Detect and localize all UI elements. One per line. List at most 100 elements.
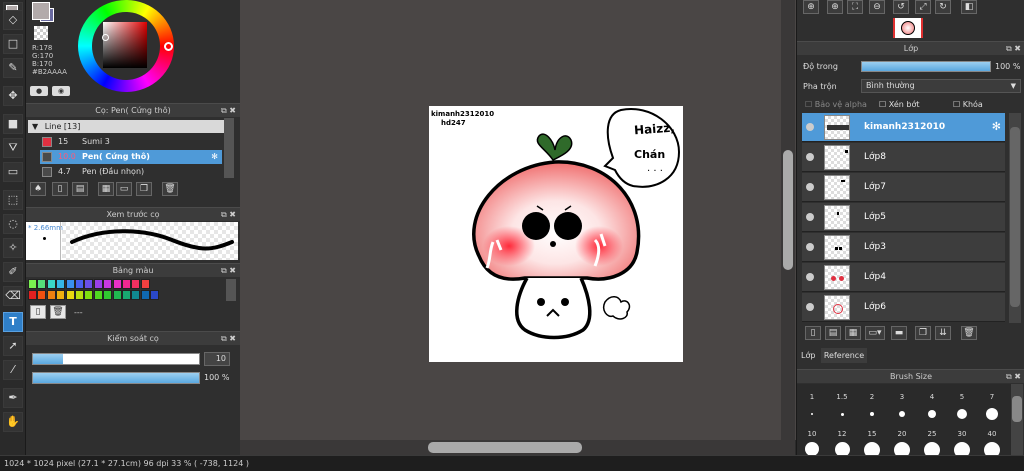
palette-swatch[interactable] bbox=[37, 279, 47, 289]
layer-list-scrollbar[interactable] bbox=[1009, 113, 1021, 323]
tab-layer[interactable]: Lớp bbox=[801, 349, 821, 363]
new-layer-1bit-icon[interactable]: ▦ bbox=[845, 326, 861, 340]
brush-group-header[interactable]: ▼ Line [13] bbox=[28, 120, 232, 133]
layer-row[interactable]: kimanh2312010 ✻ bbox=[802, 113, 1005, 142]
canvas-horizontal-thumb[interactable] bbox=[428, 442, 582, 453]
palette-swatch[interactable] bbox=[46, 279, 56, 289]
hue-wheel[interactable] bbox=[78, 0, 174, 92]
eye-icon[interactable] bbox=[806, 243, 814, 251]
drawing-canvas[interactable]: kimanh2312010 hd247 Haizz, Chán · · · bbox=[429, 106, 683, 362]
delete-layer-icon[interactable]: 🗑 bbox=[961, 326, 977, 340]
sv-cursor[interactable] bbox=[102, 34, 109, 41]
palette-swatch[interactable] bbox=[75, 279, 84, 289]
eyedropper-icon[interactable]: ✒ bbox=[3, 388, 23, 408]
rotate-right-icon[interactable]: ↻ bbox=[935, 0, 951, 14]
palette-swatch[interactable] bbox=[84, 279, 94, 289]
import-brush-icon[interactable]: ▦ bbox=[98, 182, 114, 196]
transparent-color-swatch[interactable] bbox=[34, 26, 48, 40]
palette-scrollbar[interactable] bbox=[226, 279, 236, 301]
canvas-vertical-thumb[interactable] bbox=[783, 150, 793, 270]
gear-icon[interactable]: ✻ bbox=[992, 120, 1001, 133]
eye-icon[interactable] bbox=[806, 303, 814, 311]
brush-size-cell[interactable]: 2 bbox=[858, 384, 886, 424]
flip-icon[interactable]: ◧ bbox=[961, 0, 977, 14]
palette-swatch[interactable] bbox=[103, 279, 113, 289]
layer-row[interactable]: Lớp4 bbox=[802, 263, 1005, 292]
new-layer-8bit-icon[interactable]: ▤ bbox=[825, 326, 841, 340]
select-rect-icon[interactable]: ⬚ bbox=[3, 190, 23, 210]
hue-cursor[interactable] bbox=[164, 42, 173, 51]
layer-row[interactable]: Lớp5 bbox=[802, 203, 1005, 232]
palette-swatch[interactable] bbox=[140, 290, 150, 300]
palette-trash-icon[interactable]: 🗑 bbox=[50, 305, 66, 319]
trash-icon[interactable]: 🗑 bbox=[162, 182, 178, 196]
panel-close-icon[interactable]: ⧉ ✖ bbox=[1006, 42, 1021, 55]
eye-icon[interactable] bbox=[806, 213, 814, 221]
lasso-icon[interactable]: ◌ bbox=[3, 214, 23, 234]
select-eraser-icon[interactable]: ⌫ bbox=[3, 286, 23, 306]
eye-icon[interactable] bbox=[806, 123, 814, 131]
brush-tool-icon[interactable]: ♠ bbox=[30, 182, 46, 196]
palette-swatch[interactable] bbox=[75, 290, 84, 300]
palette-swatch[interactable] bbox=[65, 290, 75, 300]
layer-row[interactable]: Lớp7 bbox=[802, 173, 1005, 202]
saturation-square[interactable] bbox=[103, 22, 147, 68]
brush-size-cell[interactable]: 1 bbox=[798, 384, 826, 424]
palette-swatch[interactable] bbox=[131, 290, 141, 300]
size-slider[interactable] bbox=[32, 353, 200, 365]
palette-swatch[interactable] bbox=[84, 290, 94, 300]
fill-rect-icon[interactable]: ■ bbox=[3, 114, 23, 134]
color-mode-button-1[interactable]: ● bbox=[30, 86, 48, 96]
brush-item[interactable]: 15 Sumi 3 bbox=[40, 135, 222, 149]
eye-icon[interactable] bbox=[806, 273, 814, 281]
palette-swatch[interactable] bbox=[140, 279, 150, 289]
brush-size-cell[interactable]: 5 bbox=[948, 384, 976, 424]
rectangle-select-icon[interactable]: □ bbox=[3, 34, 23, 54]
palette-swatch[interactable] bbox=[122, 290, 131, 300]
layer-folder-icon[interactable]: ▬ bbox=[891, 326, 907, 340]
palette-swatch[interactable] bbox=[56, 279, 66, 289]
select-pen-icon[interactable]: ✐ bbox=[3, 262, 23, 282]
eye-icon[interactable] bbox=[806, 153, 814, 161]
brush-icon[interactable]: ✎ bbox=[3, 58, 23, 78]
opacity-slider[interactable] bbox=[32, 372, 200, 384]
palette-swatch[interactable] bbox=[28, 290, 37, 300]
palette-swatch[interactable] bbox=[46, 290, 56, 300]
new-brush-icon[interactable]: ▯ bbox=[52, 182, 68, 196]
panel-close-icon[interactable]: ⧉ ✖ bbox=[1006, 370, 1021, 383]
eye-icon[interactable] bbox=[806, 183, 814, 191]
move-icon[interactable]: ✥ bbox=[3, 86, 23, 106]
fit-icon[interactable]: ⛶ bbox=[847, 0, 863, 14]
gear-icon[interactable]: ✻ bbox=[211, 150, 218, 164]
zoom-out-icon[interactable]: ⊖ bbox=[869, 0, 885, 14]
brush-size-scrollbar[interactable] bbox=[1011, 384, 1023, 455]
dropper-icon[interactable]: ⁄ bbox=[3, 360, 23, 380]
layer-row[interactable]: Lớp3 bbox=[802, 233, 1005, 262]
palette-swatch[interactable] bbox=[103, 290, 113, 300]
brush-size-cell[interactable]: 4 bbox=[918, 384, 946, 424]
brush-size-cell[interactable]: 7 bbox=[978, 384, 1006, 424]
text-tool-icon[interactable]: T bbox=[3, 312, 23, 332]
brush-size-cell[interactable]: 3 bbox=[888, 384, 916, 424]
zoom-in-alt-icon[interactable]: ⊕ bbox=[827, 0, 843, 14]
folder-icon[interactable]: ▭ bbox=[116, 182, 132, 196]
size-value[interactable]: 10 bbox=[204, 352, 230, 366]
brush-list-scrollbar[interactable] bbox=[224, 118, 234, 178]
brush-item[interactable]: 10.0 Pen( Cứng thô) ✻ bbox=[40, 150, 222, 164]
palette-swatch[interactable] bbox=[56, 290, 66, 300]
magic-wand-icon[interactable]: ✧ bbox=[3, 238, 23, 258]
clipping-checkbox[interactable]: ☐ Xén bớt bbox=[879, 100, 919, 109]
palette-swatch[interactable] bbox=[93, 279, 103, 289]
hand-icon[interactable]: ✋ bbox=[3, 412, 23, 432]
palette-swatch[interactable] bbox=[93, 290, 103, 300]
palette-swatch[interactable] bbox=[28, 279, 37, 289]
layer-opacity-slider[interactable] bbox=[861, 61, 991, 72]
duplicate-icon[interactable]: ❐ bbox=[136, 182, 152, 196]
navigator-thumbnail[interactable] bbox=[893, 18, 923, 38]
protect-alpha-checkbox[interactable]: ☐ Bảo vệ alpha bbox=[805, 100, 867, 109]
brush-item[interactable]: 4.7 Pen (Đầu nhọn) bbox=[40, 165, 222, 179]
operation-icon[interactable]: ➚ bbox=[3, 336, 23, 356]
bucket-icon[interactable]: ⛛ bbox=[3, 138, 23, 158]
palette-swatch[interactable] bbox=[37, 290, 47, 300]
new-palette-icon[interactable]: ▯ bbox=[30, 305, 46, 319]
